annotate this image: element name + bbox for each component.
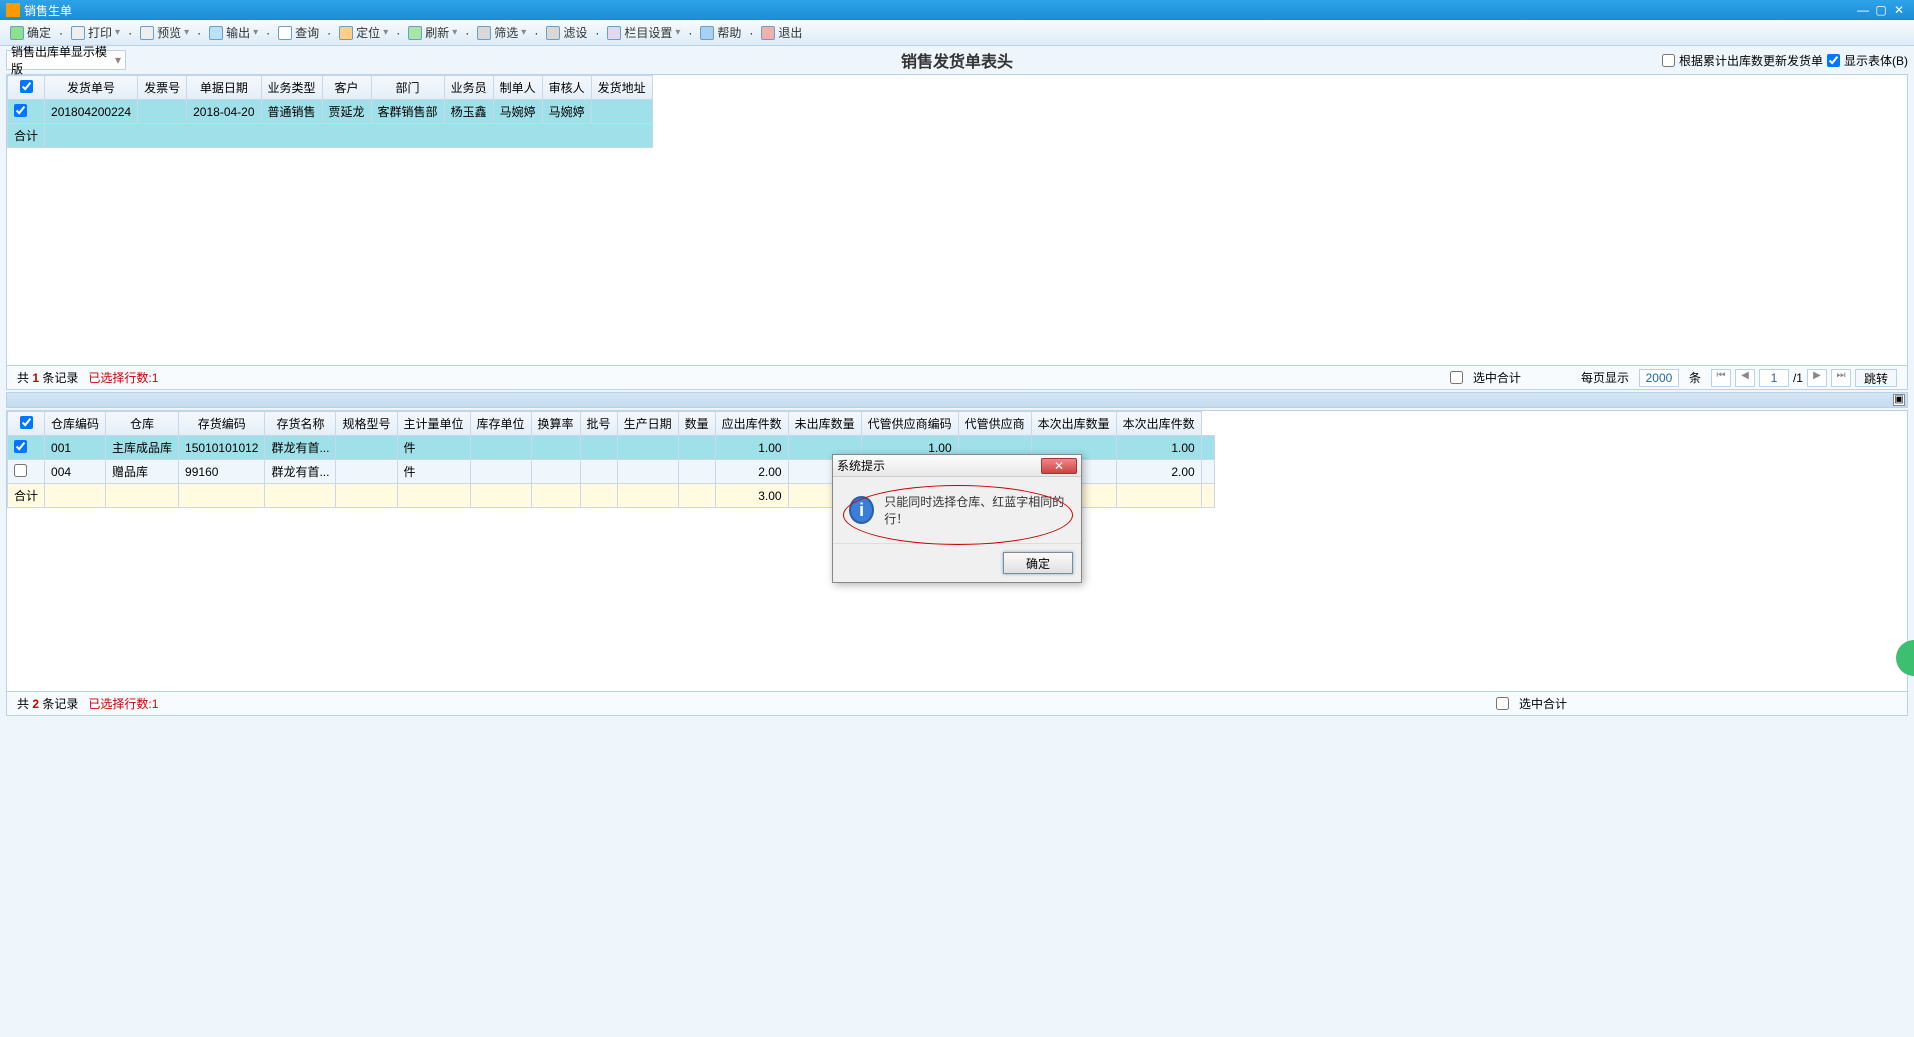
- dialog-ok-button[interactable]: 确定: [1003, 552, 1073, 574]
- dialog-close-button[interactable]: ✕: [1041, 458, 1077, 474]
- dialog-overlay: 系统提示 ✕ i 只能同时选择仓库、红蓝字相同的行！ 确定: [0, 0, 1914, 1037]
- dialog-title: 系统提示: [837, 457, 885, 474]
- info-icon: i: [849, 496, 874, 524]
- system-dialog: 系统提示 ✕ i 只能同时选择仓库、红蓝字相同的行！ 确定: [832, 454, 1082, 583]
- dialog-titlebar[interactable]: 系统提示 ✕: [833, 455, 1081, 477]
- dialog-body: i 只能同时选择仓库、红蓝字相同的行！: [833, 477, 1081, 543]
- dialog-message: 只能同时选择仓库、红蓝字相同的行！: [884, 493, 1065, 527]
- dialog-footer: 确定: [833, 543, 1081, 582]
